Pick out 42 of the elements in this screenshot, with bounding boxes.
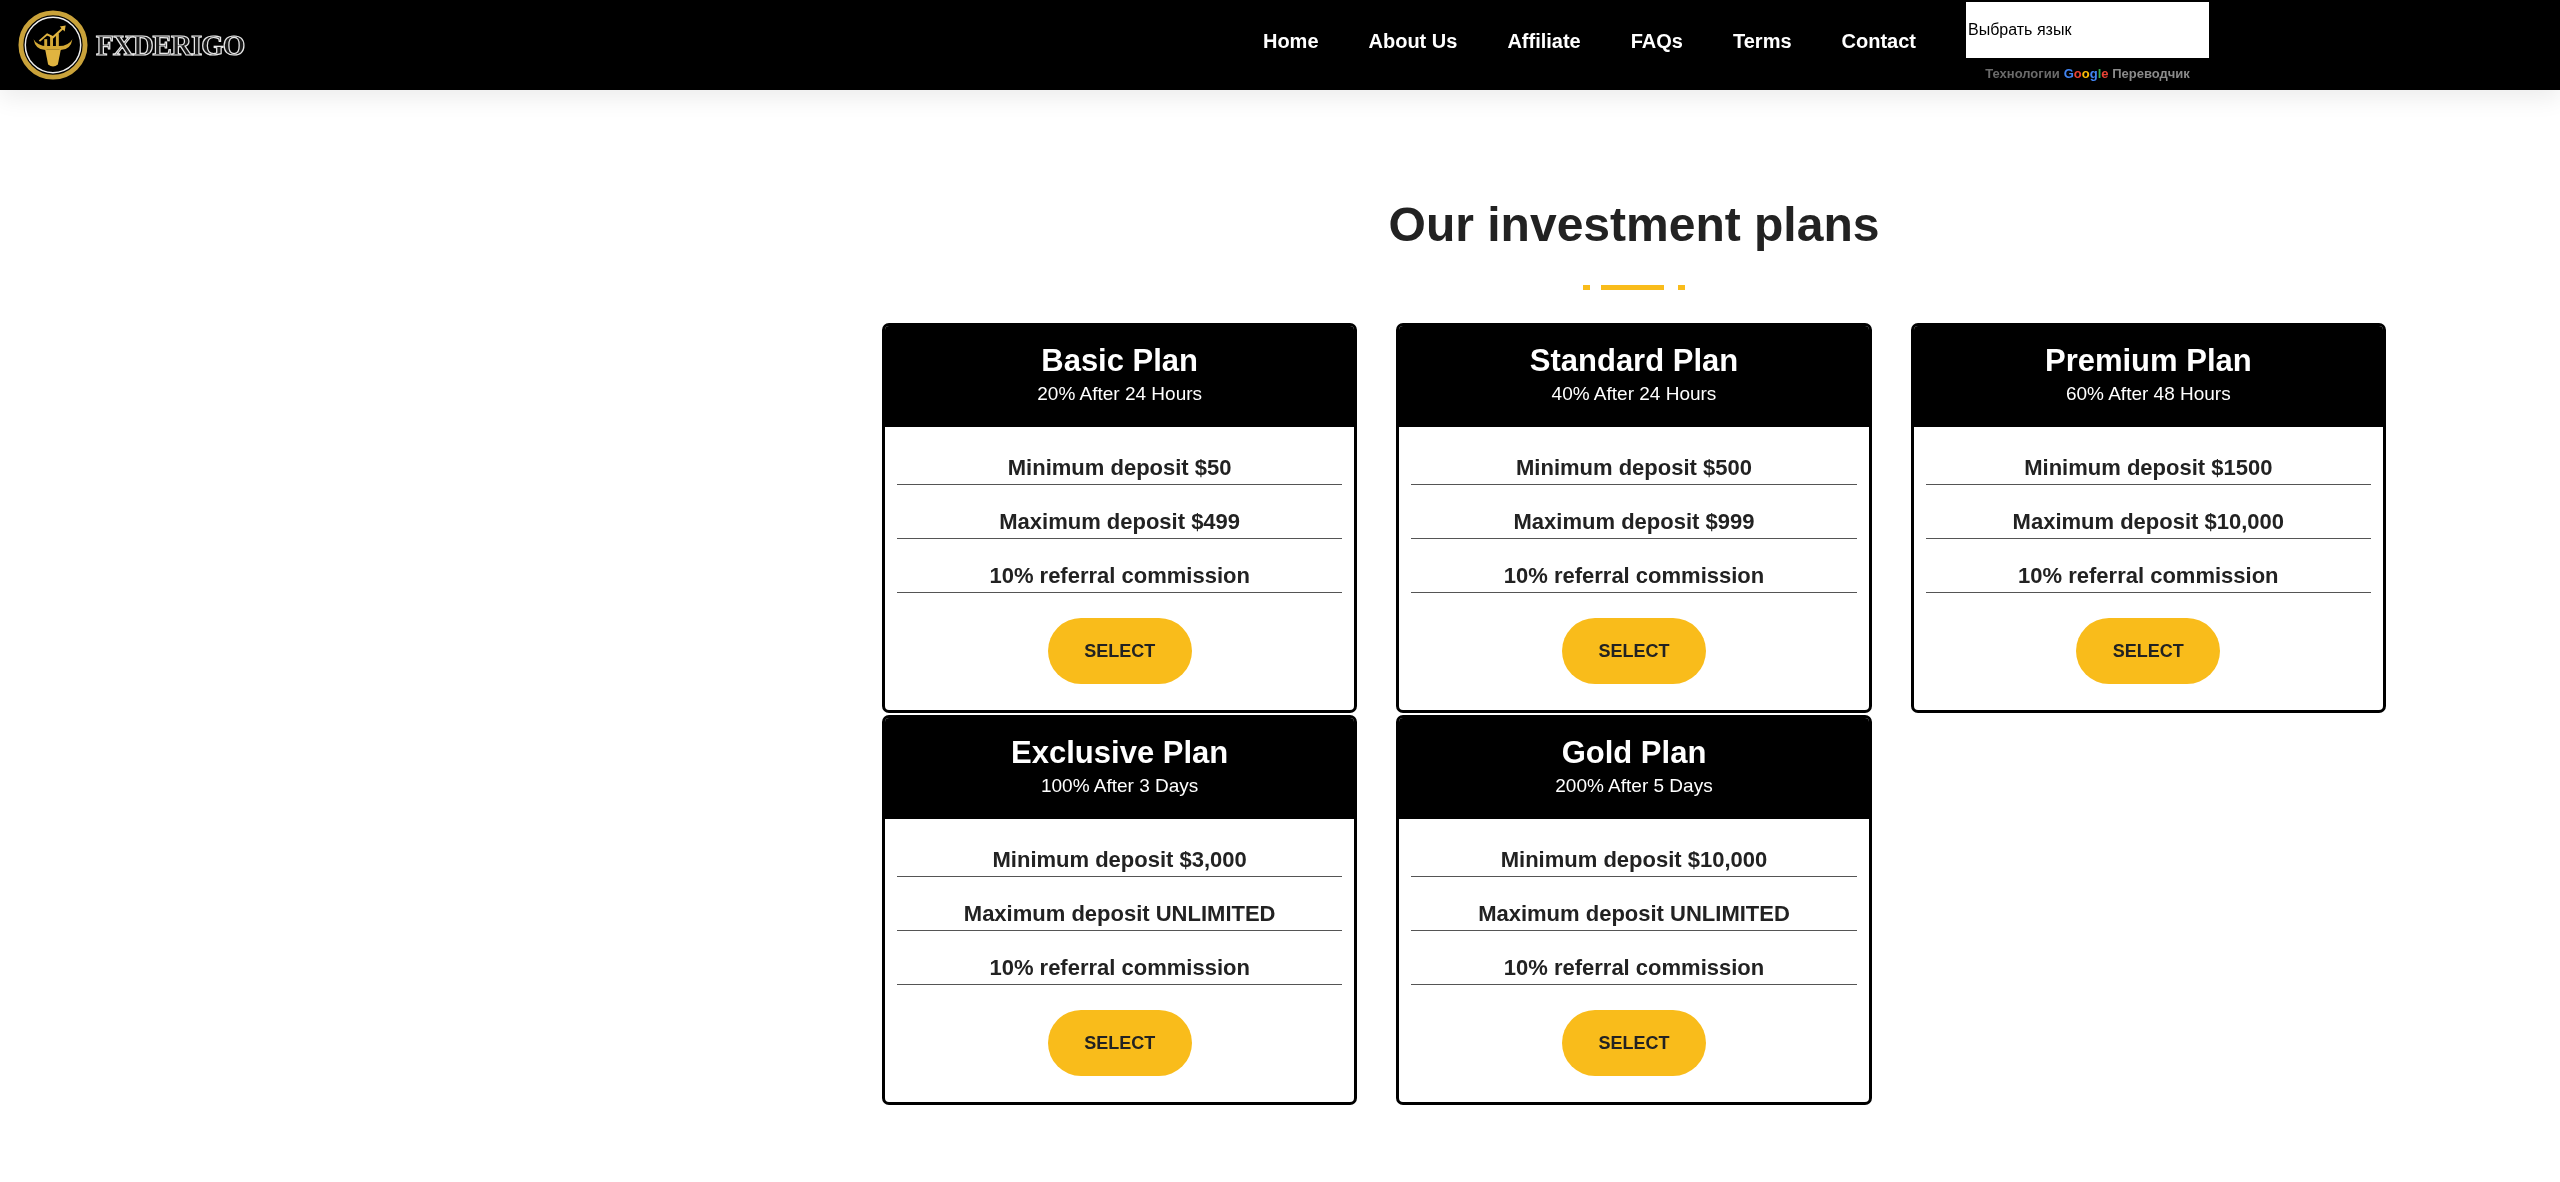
plan-feature: Maximum deposit $999 [1411, 485, 1857, 539]
select-button[interactable]: SELECT [1047, 1010, 1192, 1076]
plan-return: 100% After 3 Days [1040, 774, 1199, 798]
select-button[interactable]: SELECT [2076, 618, 2221, 684]
plan-name: Basic Plan [1041, 343, 1199, 379]
select-button[interactable]: SELECT [1047, 618, 1192, 684]
plan-name: Exclusive Plan [1011, 735, 1229, 771]
nav-link[interactable]: Contact [1841, 28, 1916, 54]
plan-feature: Minimum deposit $1500 [1925, 431, 2371, 485]
plan-feature: Maximum deposit UNLIMITED [897, 877, 1343, 931]
plan-feature: Minimum deposit $10,000 [1411, 823, 1857, 877]
plan-feature: 10% referral commission [897, 539, 1343, 593]
nav-link[interactable]: Affiliate [1507, 28, 1581, 54]
translate-link[interactable]: Google Переводчик [2063, 66, 2190, 82]
plan-feature: 10% referral commission [897, 931, 1343, 985]
bull-logo-icon [18, 10, 88, 80]
plan-return: 40% After 24 Hours [1551, 382, 1717, 406]
plan-return: 20% After 24 Hours [1037, 382, 1203, 406]
nav-link[interactable]: Home [1262, 28, 1319, 54]
nav-link[interactable]: FAQs [1630, 28, 1683, 54]
language-select[interactable]: Выбрать язык [1966, 2, 2209, 58]
plan-feature: 10% referral commission [1925, 539, 2371, 593]
plan-feature: 10% referral commission [1411, 931, 1857, 985]
plan-feature: Maximum deposit UNLIMITED [1411, 877, 1857, 931]
logo-wordmark: FXDERIGO [96, 28, 245, 62]
plan-feature: Minimum deposit $500 [1411, 431, 1857, 485]
plan-feature: Maximum deposit $499 [897, 485, 1343, 539]
plan-feature: 10% referral commission [1411, 539, 1857, 593]
plan-return: 200% After 5 Days [1555, 774, 1713, 798]
select-button[interactable]: SELECT [1562, 1010, 1706, 1076]
section-title: Our investment plans [1387, 197, 1881, 253]
plan-feature: Minimum deposit $3,000 [897, 823, 1343, 877]
nav-link[interactable]: About Us [1368, 28, 1458, 54]
plan-name: Standard Plan [1529, 343, 1739, 379]
plan-feature: Maximum deposit $10,000 [1925, 485, 2371, 539]
nav-link[interactable]: Terms [1733, 28, 1792, 54]
select-button[interactable]: SELECT [1562, 618, 1706, 684]
powered-by-label: Технологии [1985, 66, 2060, 82]
plan-return: 60% After 48 Hours [2065, 382, 2231, 406]
plan-name: Gold Plan [1561, 735, 1707, 771]
plan-feature: Minimum deposit $50 [897, 431, 1343, 485]
plan-name: Premium Plan [2044, 343, 2252, 379]
